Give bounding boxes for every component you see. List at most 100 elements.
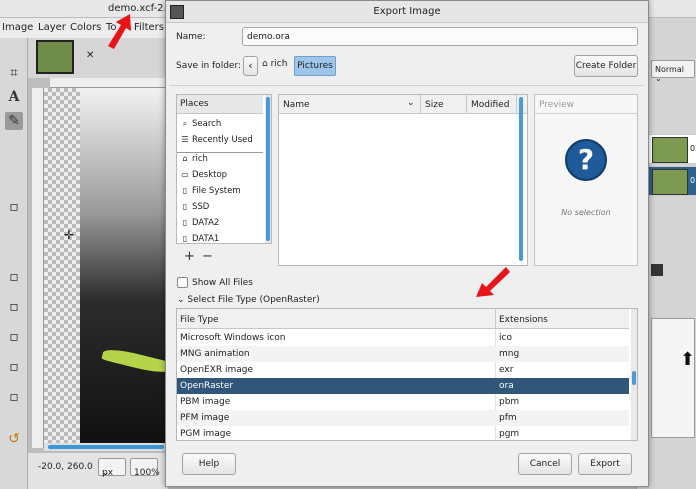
- place-data2[interactable]: ▯ DATA2: [180, 218, 220, 228]
- dialog-titlebar: Export Image: [166, 1, 648, 23]
- file-type-name: OpenRaster: [180, 381, 234, 391]
- layer-mode-select[interactable]: Normal ⌄: [651, 60, 695, 83]
- file-type-name: OpenEXR image: [180, 365, 254, 375]
- gimp-statusbar: -20.0, 260.0 px ⌄ 100%: [28, 453, 168, 489]
- place-label: File System: [192, 186, 241, 196]
- file-type-row-selected[interactable]: OpenRaster ora: [177, 378, 629, 394]
- home-icon: ⌂: [182, 154, 188, 163]
- place-recently-used[interactable]: ☰ Recently Used: [180, 135, 252, 145]
- add-bookmark-button[interactable]: +: [184, 249, 195, 264]
- file-type-name: PFM image: [180, 413, 230, 423]
- file-type-table-header: File Type Extensions: [177, 309, 629, 329]
- file-type-name: MNG animation: [180, 349, 250, 359]
- divider: [177, 152, 263, 153]
- places-scrollbar[interactable]: [265, 95, 271, 243]
- file-type-ext: exr: [499, 365, 514, 375]
- zoom-select[interactable]: 100%: [130, 458, 160, 478]
- brush-preview: ⬆: [651, 318, 695, 438]
- menu-image[interactable]: Image: [2, 22, 33, 33]
- preview-header: Preview: [535, 95, 637, 114]
- place-data1[interactable]: ▯ DATA1: [180, 234, 220, 243]
- file-type-table[interactable]: File Type Extensions Microsoft Windows i…: [176, 308, 638, 441]
- folder-icon: ▭: [181, 170, 189, 179]
- places-sidebar: Places ⌕ Search ☰ Recently Used ⌂ rich ▭ Des…: [176, 94, 272, 244]
- tool-options-icon[interactable]: ▫: [5, 268, 23, 286]
- show-all-files-checkbox[interactable]: [177, 277, 188, 288]
- export-button[interactable]: Export: [578, 453, 632, 475]
- menu-layer[interactable]: Layer: [38, 22, 66, 33]
- tool-options-icon[interactable]: ▫: [5, 298, 23, 316]
- layer-name: 01: [690, 176, 696, 185]
- file-type-row[interactable]: Microsoft Windows icon ico: [177, 330, 629, 346]
- file-type-row[interactable]: PBM image pbm: [177, 394, 629, 410]
- place-label: Desktop: [192, 170, 228, 180]
- places-header[interactable]: Places: [177, 95, 263, 114]
- canvas-horizontal-scrollbar[interactable]: [44, 443, 168, 451]
- place-search[interactable]: ⌕ Search: [180, 119, 221, 129]
- help-button[interactable]: Help: [182, 453, 236, 475]
- place-label: SSD: [192, 202, 210, 212]
- column-name[interactable]: Name ⌄: [279, 95, 421, 114]
- tool-options-icon[interactable]: ▫: [5, 358, 23, 376]
- column-modified[interactable]: Modified: [467, 95, 517, 114]
- file-type-ext: ora: [499, 381, 514, 391]
- show-all-files-label[interactable]: Show All Files: [192, 278, 253, 288]
- file-type-row[interactable]: OpenEXR image exr: [177, 362, 629, 378]
- paintbrush-tool-icon[interactable]: ✎: [5, 112, 23, 130]
- place-label: DATA2: [192, 218, 220, 228]
- column-extensions[interactable]: Extensions: [499, 315, 548, 325]
- breadcrumb-rich[interactable]: ⌂ rich: [262, 59, 287, 69]
- scrollbar-thumb[interactable]: [266, 97, 270, 241]
- layer-row[interactable]: 01: [645, 166, 696, 196]
- place-ssd[interactable]: ▯ SSD: [180, 202, 210, 212]
- tool-options-icon[interactable]: ▫: [5, 198, 23, 216]
- image-canvas[interactable]: ✛: [44, 88, 173, 443]
- scrollbar-thumb[interactable]: [632, 371, 636, 385]
- name-label: Name:: [176, 32, 206, 42]
- export-image-dialog: Export Image Name: Save in folder: ‹ ⌂ r…: [165, 0, 649, 487]
- chevron-left-icon: ‹: [248, 59, 253, 72]
- gimp-menubar: Image Layer Colors To Filters: [0, 18, 168, 38]
- place-rich[interactable]: ⌂ rich: [180, 154, 207, 164]
- file-list-scrollbar[interactable]: [517, 95, 525, 265]
- divider: [495, 309, 496, 329]
- column-file-type[interactable]: File Type: [180, 315, 219, 325]
- select-file-type-expander[interactable]: ⌄ Select File Type (OpenRaster): [177, 295, 320, 305]
- file-type-row[interactable]: MNG animation mng: [177, 346, 629, 362]
- recent-icon: ☰: [181, 135, 189, 144]
- file-list[interactable]: Name ⌄ Size Modified: [278, 94, 528, 266]
- file-type-row[interactable]: PFM image pfm: [177, 410, 629, 426]
- drive-icon: ▯: [182, 234, 188, 243]
- fg-color-swatch[interactable]: [651, 264, 663, 276]
- menu-filters[interactable]: Filters: [134, 22, 164, 33]
- close-tab-icon[interactable]: ✕: [86, 50, 94, 61]
- file-type-scrollbar[interactable]: [631, 309, 637, 440]
- image-tab-thumbnail[interactable]: [36, 40, 74, 74]
- unit-select[interactable]: px ⌄: [98, 458, 126, 478]
- create-folder-button[interactable]: Create Folder: [574, 55, 638, 77]
- scrollbar-thumb[interactable]: [519, 97, 523, 261]
- column-size[interactable]: Size: [421, 95, 467, 114]
- horizontal-ruler: [50, 78, 168, 88]
- crop-tool-icon[interactable]: ⌗: [5, 64, 23, 82]
- tool-options-icon[interactable]: ▫: [5, 328, 23, 346]
- place-desktop[interactable]: ▭ Desktop: [180, 170, 227, 180]
- file-type-row[interactable]: PGM image pgm: [177, 426, 629, 440]
- file-type-ext: pfm: [499, 413, 517, 423]
- filename-input[interactable]: [242, 27, 638, 46]
- cancel-button[interactable]: Cancel: [518, 453, 572, 475]
- place-file-system[interactable]: ▯ File System: [180, 186, 241, 196]
- breadcrumb-pictures[interactable]: Pictures: [294, 56, 336, 76]
- reset-icon[interactable]: ↺: [5, 430, 23, 448]
- arrow-up-icon: ⬆: [680, 349, 696, 370]
- layer-row[interactable]: 02: [645, 134, 696, 164]
- remove-bookmark-button[interactable]: −: [202, 249, 213, 264]
- path-back-button[interactable]: ‹: [243, 56, 258, 76]
- text-tool-icon[interactable]: A: [5, 88, 23, 106]
- layer-mode-value: Normal: [655, 65, 684, 74]
- tool-options-icon[interactable]: ▫: [5, 388, 23, 406]
- file-list-header: Name ⌄ Size Modified: [279, 95, 527, 114]
- file-type-ext: mng: [499, 349, 520, 359]
- layer-thumbnail: [652, 137, 688, 163]
- menu-colors[interactable]: Colors: [70, 22, 101, 33]
